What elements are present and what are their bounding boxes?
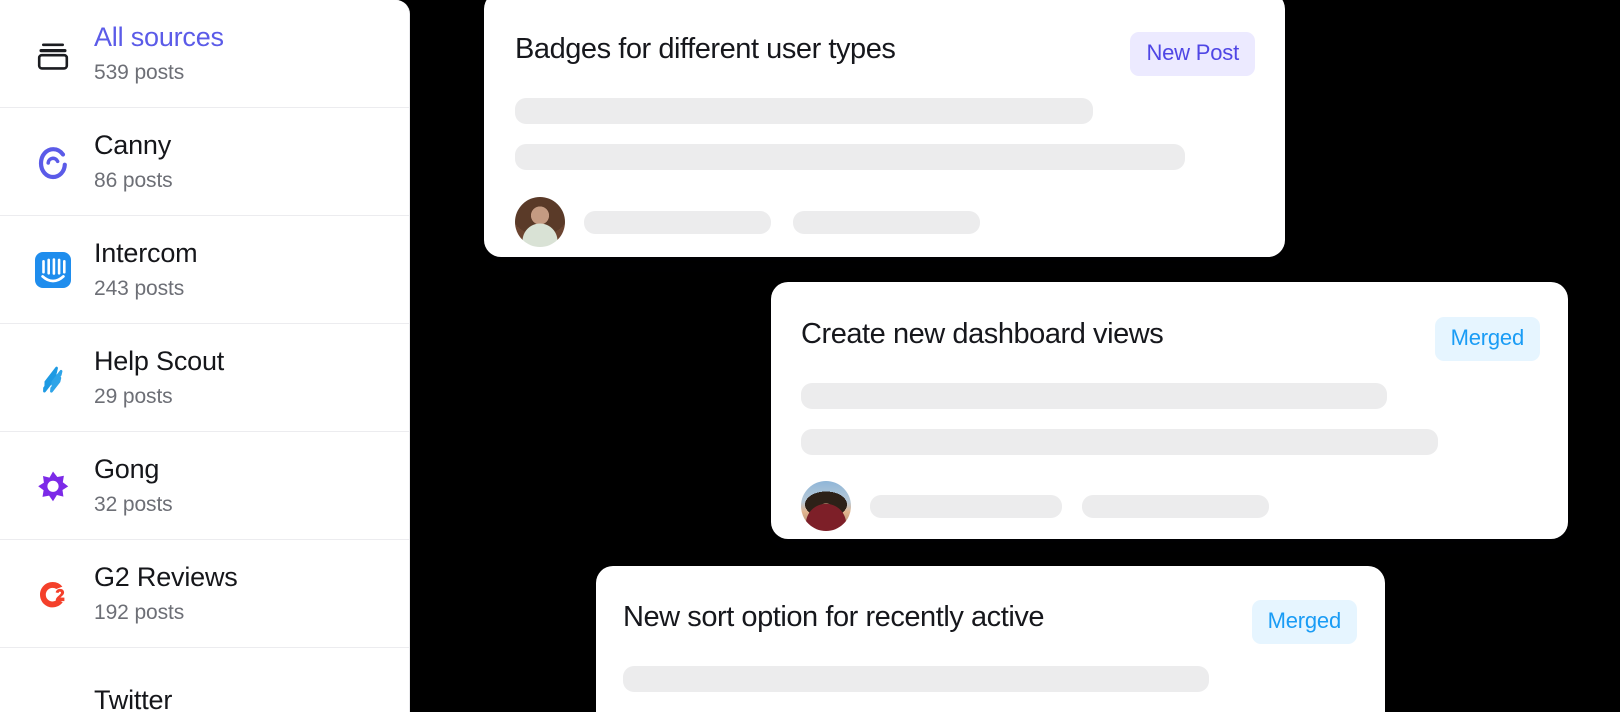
sidebar-item-text: Twitter xyxy=(94,683,172,712)
card-header: Badges for different user types New Post xyxy=(515,30,1255,76)
placeholder-line xyxy=(801,429,1438,455)
placeholder-line xyxy=(515,144,1185,170)
sidebar-item-text: All sources 539 posts xyxy=(94,20,224,87)
sidebar-item-intercom[interactable]: Intercom 243 posts xyxy=(0,216,409,324)
post-title: Create new dashboard views xyxy=(801,318,1164,350)
post-card-badges-for-different-user-types[interactable]: Badges for different user types New Post xyxy=(484,0,1285,257)
sidebar-item-label: Twitter xyxy=(94,684,173,712)
sidebar-item-label: G2 Reviews xyxy=(94,562,238,592)
sidebar-item-label: All sources xyxy=(94,22,224,52)
status-badge[interactable]: Merged xyxy=(1434,317,1540,361)
card-footer xyxy=(801,481,1568,531)
g2-icon xyxy=(30,571,76,617)
post-title: New sort option for recently active xyxy=(623,601,1045,633)
avatar xyxy=(801,481,851,531)
sidebar-item-label: Canny xyxy=(94,130,172,160)
sidebar-item-text: Canny 86 posts xyxy=(94,128,173,195)
twitter-icon xyxy=(30,679,76,712)
canny-icon xyxy=(30,139,76,185)
sidebar-item-canny[interactable]: Canny 86 posts xyxy=(0,108,409,216)
placeholder-author xyxy=(870,494,1062,518)
card-footer xyxy=(515,197,1285,247)
post-card-create-new-dashboard-views[interactable]: Create new dashboard views Merged xyxy=(771,282,1568,539)
sidebar-item-help-scout[interactable]: Help Scout 29 posts xyxy=(0,324,409,432)
sidebar-item-gong[interactable]: Gong 32 posts xyxy=(0,432,409,540)
avatar xyxy=(515,197,565,247)
sidebar-item-count: 32 posts xyxy=(94,493,173,516)
post-card-new-sort-option-for-recently-active[interactable]: New sort option for recently active Merg… xyxy=(596,566,1385,712)
placeholder-meta xyxy=(793,210,980,234)
placeholder-meta xyxy=(1082,494,1269,518)
screenshot-root: All sources 539 posts Canny 86 posts Int… xyxy=(0,0,1620,712)
placeholder-author xyxy=(584,210,771,234)
intercom-icon xyxy=(30,247,76,293)
gong-icon xyxy=(30,463,76,509)
sidebar-item-count: 192 posts xyxy=(94,601,185,624)
stack-icon xyxy=(30,31,76,77)
sidebar-item-label: Intercom xyxy=(94,238,198,268)
sidebar-item-all-sources[interactable]: All sources 539 posts xyxy=(0,0,409,108)
status-badge[interactable]: New Post xyxy=(1130,32,1255,76)
card-header: Create new dashboard views Merged xyxy=(801,315,1540,361)
sources-sidebar: All sources 539 posts Canny 86 posts Int… xyxy=(0,0,410,712)
sidebar-item-twitter[interactable]: Twitter xyxy=(0,648,409,712)
sidebar-item-text: Intercom 243 posts xyxy=(94,236,198,303)
placeholder-line xyxy=(515,98,1093,124)
placeholder-line xyxy=(801,383,1387,409)
card-header: New sort option for recently active Merg… xyxy=(623,598,1357,644)
post-title: Badges for different user types xyxy=(515,33,896,65)
sidebar-item-count: 539 posts xyxy=(94,61,185,84)
placeholder-line xyxy=(623,666,1209,692)
sidebar-item-label: Help Scout xyxy=(94,346,225,376)
sidebar-item-count: 86 posts xyxy=(94,169,173,192)
helpscout-icon xyxy=(30,355,76,401)
status-badge[interactable]: Merged xyxy=(1251,600,1357,644)
sidebar-item-count: 29 posts xyxy=(94,385,173,408)
sidebar-item-label: Gong xyxy=(94,454,160,484)
sidebar-item-text: Gong 32 posts xyxy=(94,452,173,519)
sidebar-item-g2-reviews[interactable]: G2 Reviews 192 posts xyxy=(0,540,409,648)
sidebar-item-text: Help Scout 29 posts xyxy=(94,344,224,411)
sidebar-item-count: 243 posts xyxy=(94,277,185,300)
sidebar-item-text: G2 Reviews 192 posts xyxy=(94,560,238,627)
